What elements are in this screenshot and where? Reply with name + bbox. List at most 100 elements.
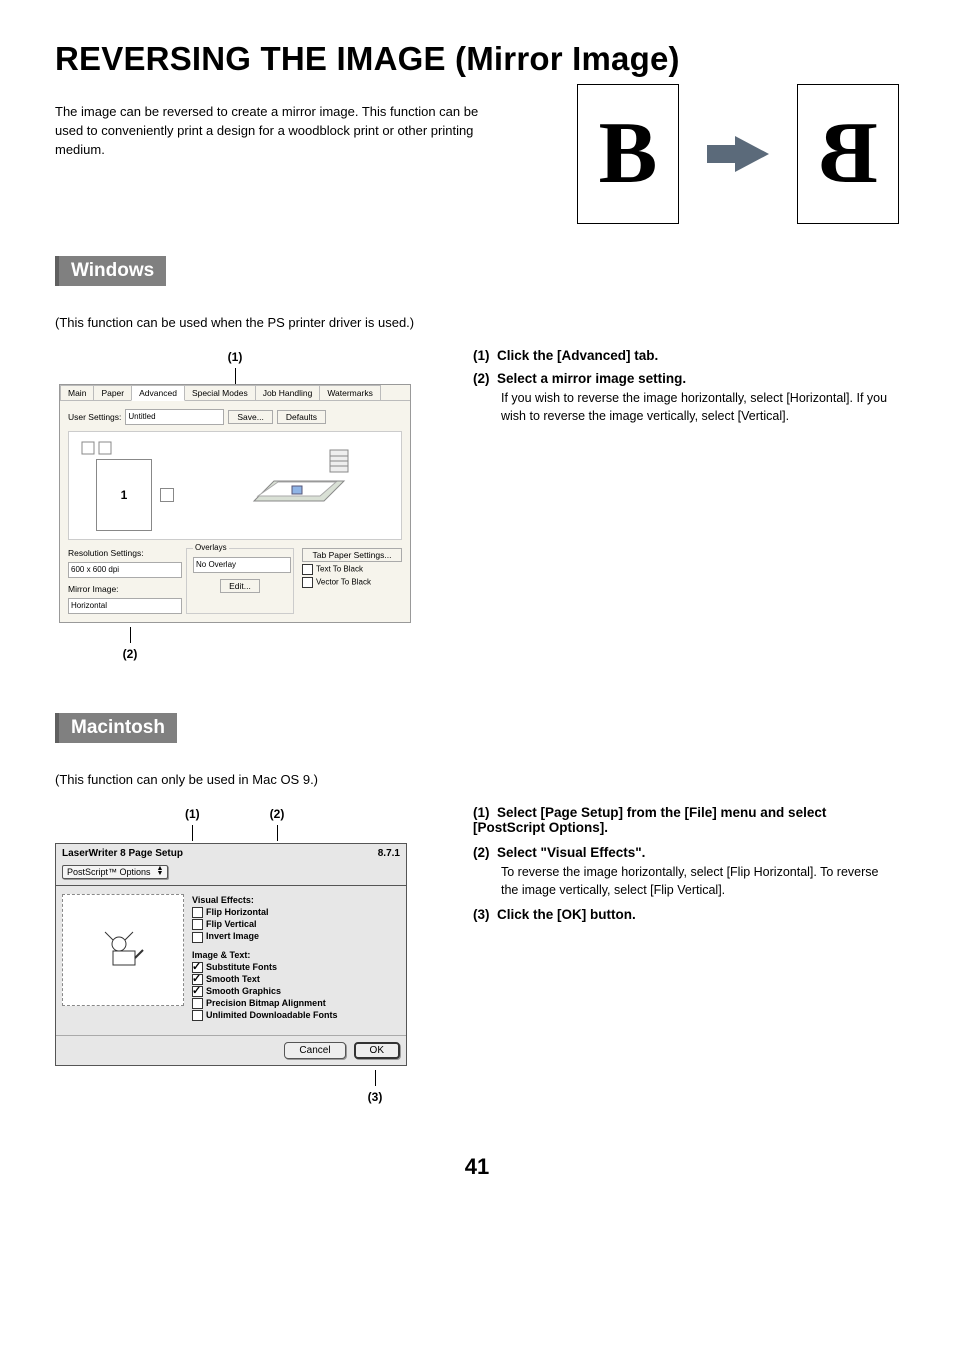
checkbox-icon: [192, 932, 203, 943]
user-settings-label: User Settings:: [68, 412, 121, 422]
vector-to-black-checkbox[interactable]: Vector To Black: [302, 577, 402, 588]
mac-callout-3: (3): [368, 1090, 383, 1104]
step-1-number: (1): [473, 348, 490, 363]
orientation-icon: [81, 441, 115, 455]
checkbox-icon: [302, 577, 313, 588]
checkbox-icon: [192, 907, 203, 918]
option-icon: [160, 488, 174, 502]
windows-dialog: Main Paper Advanced Special Modes Job Ha…: [59, 384, 411, 623]
popup-label: PostScript™ Options: [67, 867, 151, 877]
resolution-select[interactable]: 600 x 600 dpi: [68, 562, 182, 578]
flip-vertical-checkbox[interactable]: Flip Vertical: [192, 918, 400, 930]
precision-bitmap-checkbox[interactable]: Precision Bitmap Alignment: [192, 997, 400, 1009]
smooth-text-label: Smooth Text: [206, 974, 260, 984]
mac-dialog: LaserWriter 8 Page Setup 8.7.1 PostScrip…: [55, 843, 407, 1066]
pointer-line-icon: [277, 825, 278, 841]
intro-text: The image can be reversed to create a mi…: [55, 103, 485, 160]
precision-bitmap-label: Precision Bitmap Alignment: [206, 998, 326, 1008]
flip-vertical-label: Flip Vertical: [206, 919, 257, 929]
updown-arrows-icon: ▲▼: [157, 867, 164, 877]
mirror-image-select[interactable]: Horizontal: [68, 598, 182, 614]
postscript-options-popup[interactable]: PostScript™ Options ▲▼: [62, 865, 168, 879]
mac-step-3-number: (3): [473, 907, 490, 922]
mac-step-1-title: Select [Page Setup] from the [File] menu…: [473, 805, 826, 835]
invert-image-checkbox[interactable]: Invert Image: [192, 930, 400, 942]
user-settings-input[interactable]: Untitled: [125, 409, 224, 425]
mac-step-3-title: Click the [OK] button.: [497, 907, 636, 922]
checkbox-icon: [192, 1010, 203, 1021]
example-letter-normal: B: [577, 84, 679, 224]
page-title: REVERSING THE IMAGE (Mirror Image): [55, 40, 899, 78]
checkbox-icon: [192, 919, 203, 930]
tab-watermarks[interactable]: Watermarks: [319, 385, 381, 400]
overlay-edit-button[interactable]: Edit...: [220, 579, 260, 593]
mac-step-2-title: Select "Visual Effects".: [497, 845, 645, 860]
mac-step-1-number: (1): [473, 805, 490, 820]
checkbox-icon: [302, 564, 313, 575]
smooth-text-checkbox[interactable]: Smooth Text: [192, 973, 400, 985]
substitute-fonts-label: Substitute Fonts: [206, 962, 277, 972]
page-number-label: 1: [121, 488, 128, 502]
checkbox-icon: [192, 998, 203, 1009]
vector-to-black-label: Vector To Black: [316, 578, 371, 587]
tab-paper-settings-button[interactable]: Tab Paper Settings...: [302, 548, 402, 562]
defaults-button[interactable]: Defaults: [277, 410, 326, 424]
mac-step-2-number: (2): [473, 845, 490, 860]
resolution-label: Resolution Settings:: [68, 548, 178, 558]
save-button[interactable]: Save...: [228, 410, 272, 424]
smooth-graphics-label: Smooth Graphics: [206, 986, 281, 996]
step-2-title: Select a mirror image setting.: [497, 371, 686, 386]
invert-image-label: Invert Image: [206, 931, 259, 941]
section-heading-macintosh: Macintosh: [55, 713, 177, 743]
mac-dialog-title: LaserWriter 8 Page Setup: [62, 848, 183, 859]
unlimited-fonts-label: Unlimited Downloadable Fonts: [206, 1010, 338, 1020]
tab-advanced[interactable]: Advanced: [131, 385, 185, 401]
preview-area: 1: [68, 431, 402, 540]
example-block: B B: [577, 84, 899, 224]
windows-note: (This function can be used when the PS p…: [55, 315, 899, 330]
checkbox-checked-icon: [192, 986, 203, 997]
tab-main[interactable]: Main: [60, 385, 94, 400]
unlimited-fonts-checkbox[interactable]: Unlimited Downloadable Fonts: [192, 1009, 400, 1021]
text-to-black-label: Text To Black: [316, 565, 363, 574]
overlays-legend: Overlays: [193, 543, 229, 552]
callout-1: (1): [228, 350, 243, 364]
tab-paper[interactable]: Paper: [93, 385, 132, 400]
dog-preview-icon: [99, 926, 147, 974]
page-number: 41: [55, 1154, 899, 1180]
mac-preview: [62, 894, 184, 1006]
section-heading-windows: Windows: [55, 256, 166, 286]
letter-b: B: [599, 110, 658, 198]
mac-callout-2: (2): [270, 807, 285, 821]
page-preview: 1: [96, 459, 152, 531]
mac-callout-1: (1): [185, 807, 200, 821]
text-to-black-checkbox[interactable]: Text To Black: [302, 564, 402, 575]
mac-dialog-version: 8.7.1: [378, 848, 400, 859]
step-2-body: If you wish to reverse the image horizon…: [501, 390, 899, 425]
cancel-button[interactable]: Cancel: [284, 1042, 345, 1059]
letter-b-mirrored: B: [819, 110, 878, 198]
callout-2: (2): [123, 647, 138, 661]
flip-horizontal-checkbox[interactable]: Flip Horizontal: [192, 906, 400, 918]
pointer-line-icon: [130, 627, 131, 643]
smooth-graphics-checkbox[interactable]: Smooth Graphics: [192, 985, 400, 997]
example-letter-mirrored: B: [797, 84, 899, 224]
flip-horizontal-label: Flip Horizontal: [206, 907, 269, 917]
step-2-number: (2): [473, 371, 490, 386]
mirror-image-label: Mirror Image:: [68, 584, 178, 594]
pointer-line-icon: [375, 1070, 376, 1086]
image-text-label: Image & Text:: [192, 949, 400, 961]
mac-note: (This function can only be used in Mac O…: [55, 772, 899, 787]
arrow-right-icon: [735, 136, 769, 172]
tab-special-modes[interactable]: Special Modes: [184, 385, 256, 400]
substitute-fonts-checkbox[interactable]: Substitute Fonts: [192, 961, 400, 973]
step-1-title: Click the [Advanced] tab.: [497, 348, 658, 363]
pointer-line-icon: [192, 825, 193, 841]
ok-button[interactable]: OK: [354, 1042, 400, 1059]
tab-job-handling[interactable]: Job Handling: [255, 385, 321, 400]
page-icon: [292, 486, 302, 494]
windows-tabs: Main Paper Advanced Special Modes Job Ha…: [60, 385, 410, 401]
pointer-line-icon: [235, 368, 236, 384]
overlay-select[interactable]: No Overlay: [193, 557, 291, 573]
visual-effects-label: Visual Effects:: [192, 894, 400, 906]
